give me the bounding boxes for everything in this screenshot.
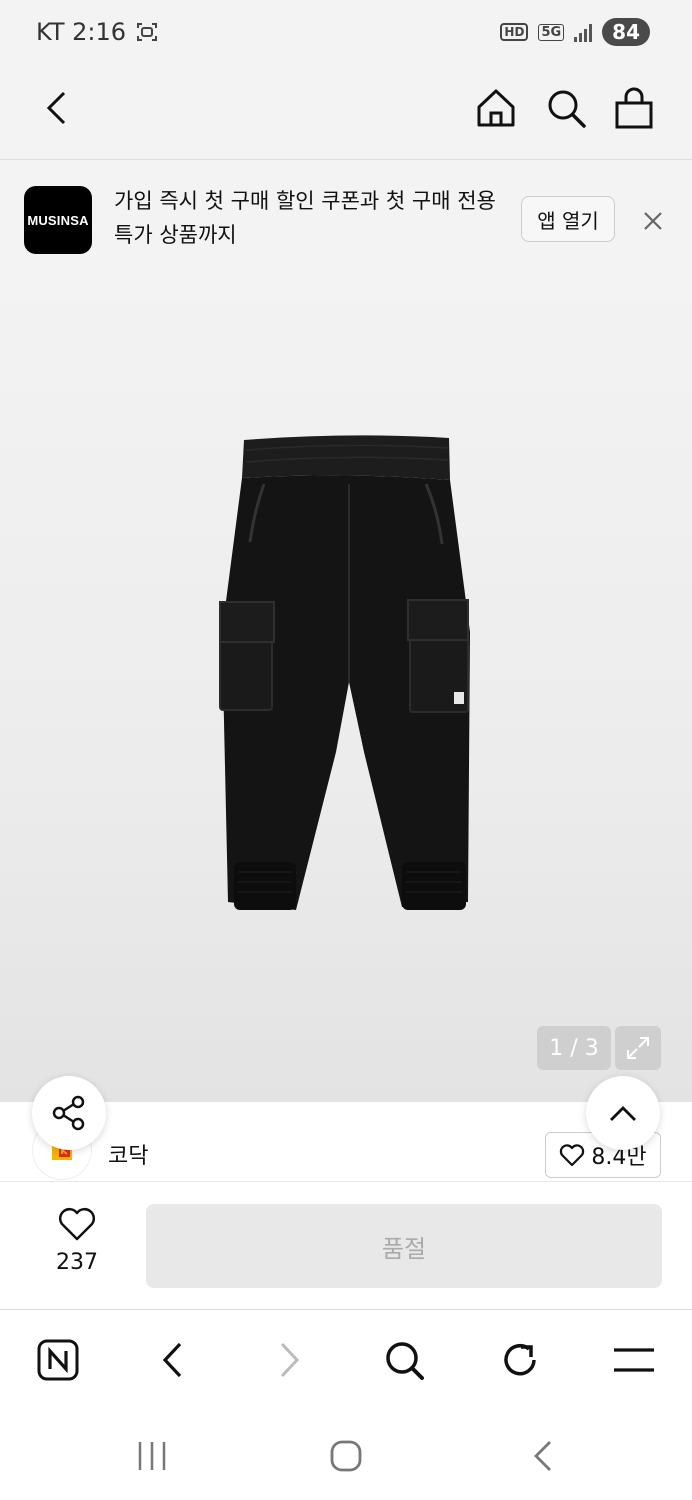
- heart-icon: [560, 1144, 585, 1167]
- browser-reload-button[interactable]: [496, 1336, 544, 1384]
- browser-search-button[interactable]: [380, 1336, 428, 1384]
- musinsa-logo: MUSINSA: [24, 186, 92, 254]
- browser-toolbar: [0, 1310, 692, 1410]
- hd-badge: HD: [500, 23, 529, 41]
- purchase-bar: 237 품절: [0, 1182, 692, 1310]
- carrier-time: KT 2:16: [36, 18, 127, 46]
- search-icon: [386, 1342, 424, 1380]
- back-icon: [162, 1342, 182, 1378]
- status-right: HD 5G 84: [500, 18, 650, 46]
- heart-icon: [59, 1208, 95, 1241]
- menu-icon: [614, 1348, 654, 1372]
- system-navigation-bar: [0, 1410, 692, 1500]
- app-install-banner: MUSINSA 가입 즉시 첫 구매 할인 쿠폰과 첫 구매 전용 특가 상품까…: [0, 160, 692, 280]
- share-button[interactable]: [32, 1076, 106, 1150]
- scroll-top-button[interactable]: [586, 1076, 660, 1150]
- banner-close-button[interactable]: [640, 208, 666, 234]
- expand-image-button[interactable]: [615, 1026, 661, 1070]
- search-icon: [548, 90, 586, 128]
- product-image-gallery[interactable]: 1 / 3: [0, 280, 692, 1102]
- wish-button[interactable]: 237: [46, 1206, 108, 1275]
- system-back-button[interactable]: [518, 1436, 566, 1476]
- share-icon: [52, 1095, 85, 1131]
- brand-name[interactable]: 코닥: [108, 1138, 148, 1170]
- home-button[interactable]: [472, 84, 520, 132]
- open-app-button[interactable]: 앱 열기: [521, 196, 615, 242]
- forward-icon: [280, 1342, 300, 1378]
- search-button[interactable]: [542, 84, 590, 132]
- naver-icon: [37, 1339, 79, 1381]
- image-counter: 1 / 3: [537, 1026, 611, 1070]
- home-icon: [477, 89, 515, 127]
- recent-apps-icon: [138, 1442, 166, 1470]
- banner-text: 가입 즉시 첫 구매 할인 쿠폰과 첫 구매 전용 특가 상품까지: [114, 189, 496, 247]
- back-button[interactable]: [34, 86, 78, 130]
- back-icon: [534, 1441, 551, 1471]
- nav-header: [0, 60, 692, 160]
- cart-button[interactable]: [610, 84, 658, 132]
- wish-count: 237: [56, 1250, 98, 1275]
- signal-icon: [574, 22, 593, 42]
- back-icon: [46, 91, 66, 125]
- recent-apps-button[interactable]: [128, 1436, 176, 1476]
- status-bar: KT 2:16 HD 5G 84: [0, 0, 692, 60]
- browser-forward-button[interactable]: [268, 1336, 312, 1384]
- home-system-icon: [330, 1440, 362, 1472]
- network-label: 5G: [538, 23, 565, 41]
- soldout-button[interactable]: 품절: [146, 1204, 662, 1288]
- product-photo-cargo-pants: [219, 435, 470, 910]
- reload-icon: [504, 1343, 536, 1376]
- expand-icon: [627, 1037, 649, 1059]
- naver-home-button[interactable]: [34, 1336, 82, 1384]
- bag-icon: [615, 87, 653, 129]
- home-system-button[interactable]: [322, 1436, 370, 1476]
- browser-back-button[interactable]: [150, 1336, 194, 1384]
- screen-record-icon: [137, 23, 158, 41]
- chevron-up-icon: [610, 1106, 636, 1121]
- browser-menu-button[interactable]: [610, 1336, 658, 1384]
- close-icon: [644, 212, 662, 230]
- battery-indicator: 84: [602, 18, 650, 46]
- status-left: KT 2:16: [36, 18, 158, 46]
